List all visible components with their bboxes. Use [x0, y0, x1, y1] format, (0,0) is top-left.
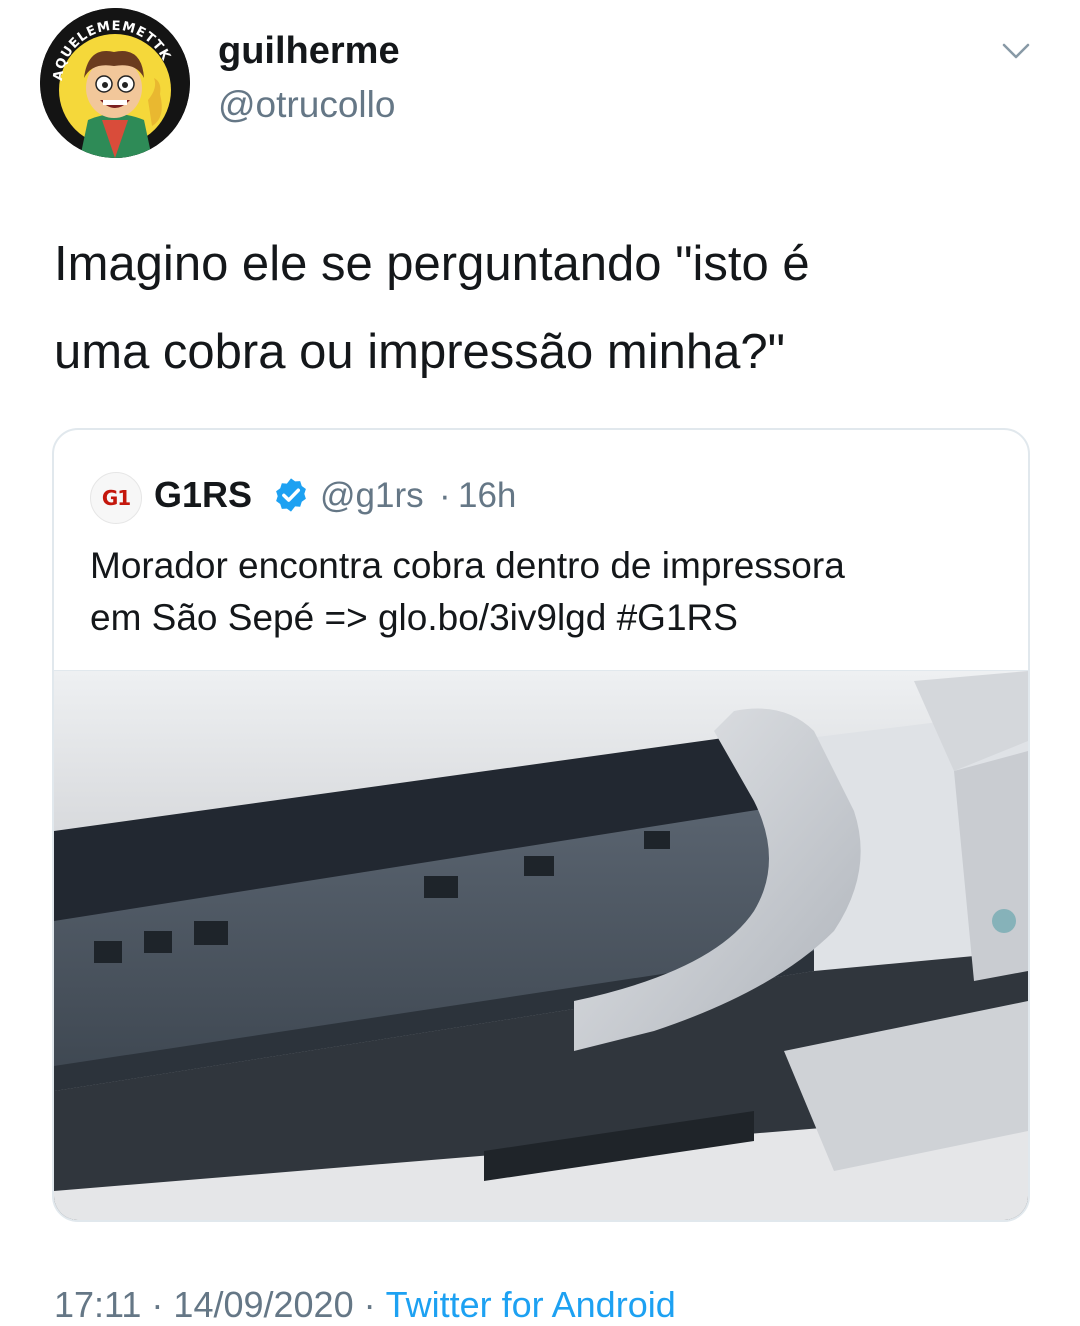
- quoted-tweet-separator: ·: [439, 476, 451, 515]
- quoted-tweet-time[interactable]: 16h: [458, 476, 516, 516]
- footer-separator: ·: [151, 1284, 164, 1325]
- cartoon-avatar-icon: AQUELEMEMETTK: [40, 8, 190, 158]
- tweet-text-line: uma cobra ou impressão minha?": [54, 325, 785, 379]
- author-handle[interactable]: @otrucollo: [218, 84, 395, 126]
- quoted-tweet-text-line: Morador encontra cobra dentro de impress…: [90, 545, 845, 586]
- tweet-container: AQUELEMEMETTK guilherme @otrucollo Imagi…: [0, 0, 1080, 1325]
- tweet-options-chevron-down-icon[interactable]: [996, 36, 1036, 66]
- tweet-text: Imagino ele se perguntando "isto é uma c…: [54, 220, 1014, 396]
- author-avatar[interactable]: AQUELEMEMETTK: [40, 8, 190, 158]
- quoted-tweet-text: Morador encontra cobra dentro de impress…: [90, 540, 1000, 644]
- quoted-tweet-name[interactable]: G1RS: [154, 474, 252, 516]
- quoted-tweet-media[interactable]: [54, 670, 1028, 1220]
- quoted-tweet-card[interactable]: G1 G1RS @g1rs · 16h Morador encontra cob…: [52, 428, 1030, 1222]
- printer-photo-image: [54, 671, 1028, 1220]
- author-display-name[interactable]: guilherme: [218, 30, 400, 73]
- quoted-tweet-text-line: em São Sepé => glo.bo/3iv9lgd #G1RS: [90, 597, 738, 638]
- tweet-text-line: Imagino ele se perguntando "isto é: [54, 237, 810, 291]
- tweet-source-link[interactable]: Twitter for Android: [386, 1284, 676, 1325]
- verified-badge-icon: [272, 476, 310, 514]
- tweet-footer: 17:11 · 14/09/2020 · Twitter for Android: [54, 1284, 676, 1325]
- quoted-tweet-avatar[interactable]: G1: [90, 472, 142, 524]
- tweet-date[interactable]: 14/09/2020: [173, 1284, 353, 1325]
- footer-separator: ·: [363, 1284, 376, 1325]
- tweet-time[interactable]: 17:11: [54, 1284, 141, 1325]
- g1-logo: G1: [101, 486, 131, 510]
- quoted-tweet-handle[interactable]: @g1rs: [320, 476, 424, 516]
